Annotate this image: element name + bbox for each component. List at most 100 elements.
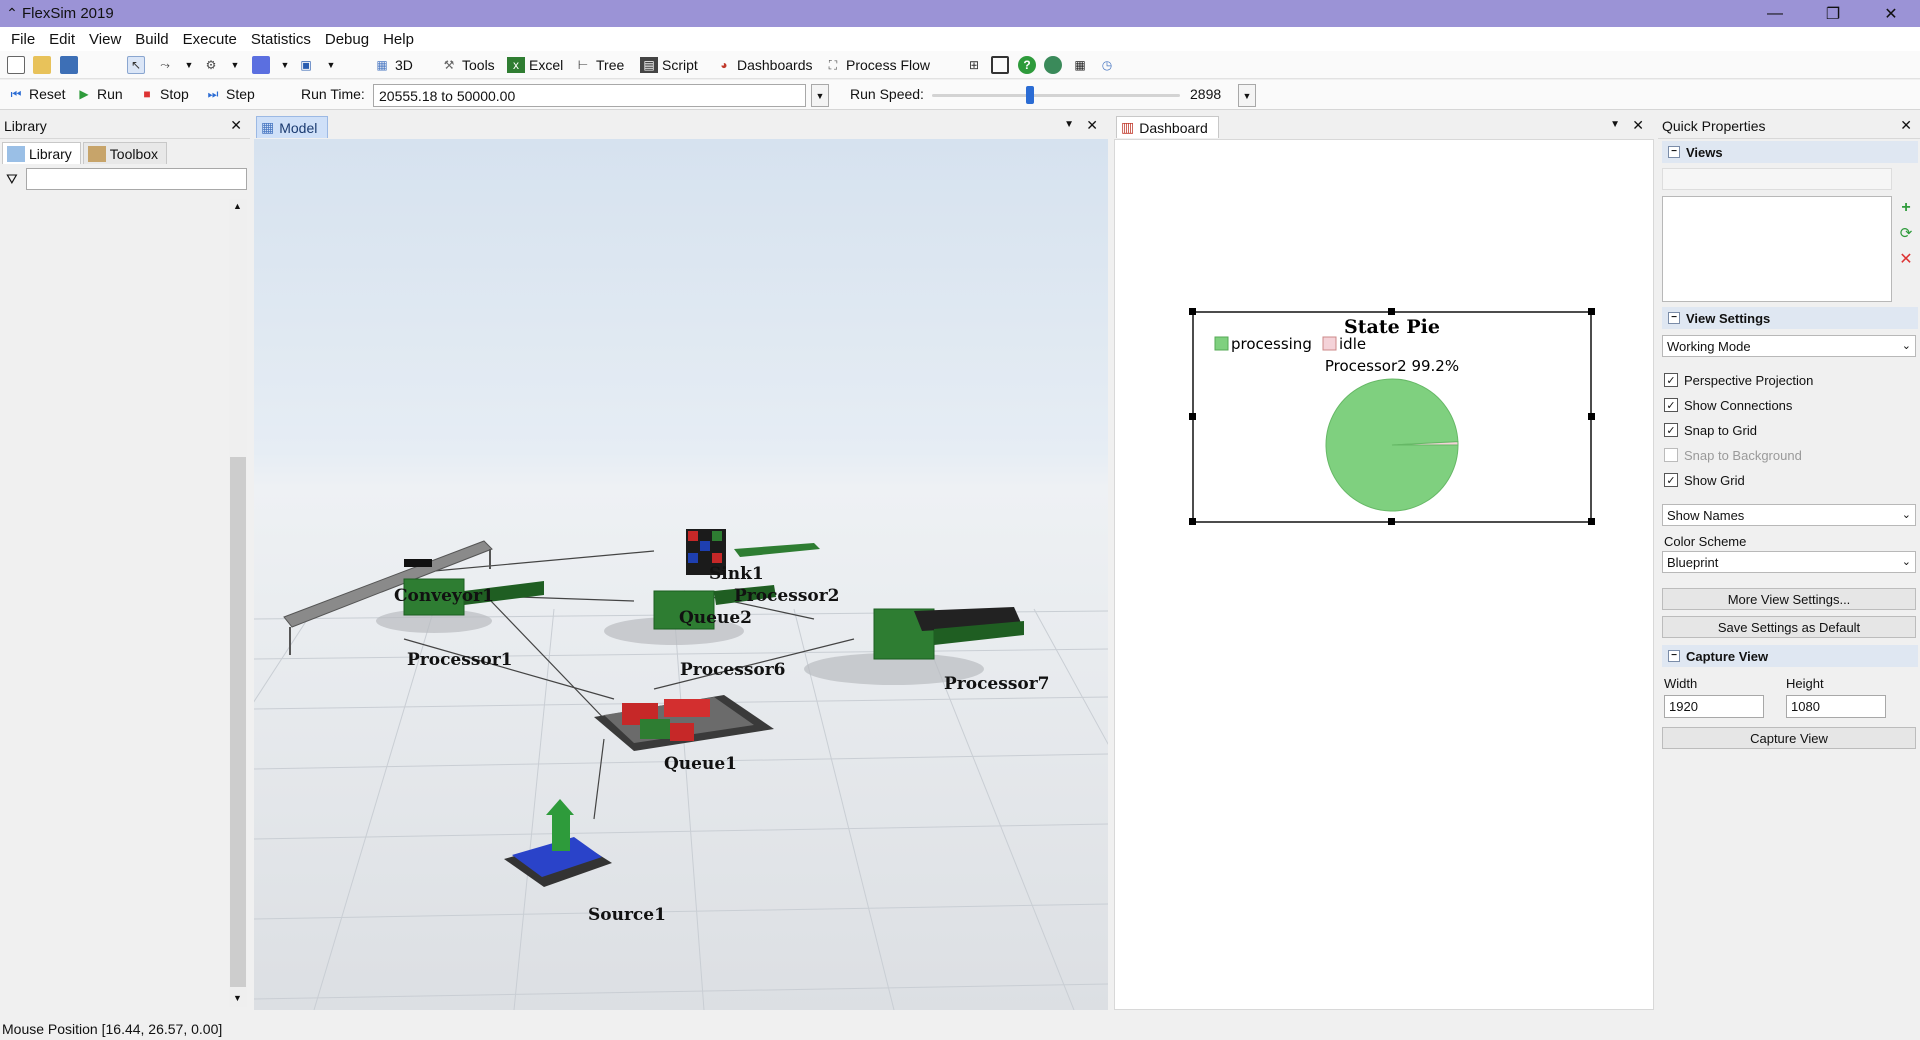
connect-dropdown-icon[interactable]: ▼ [180, 56, 198, 74]
model-tab-dropdown-icon[interactable]: ▼ [1064, 119, 1074, 130]
capture-width-input[interactable]: 1920 [1664, 695, 1764, 718]
legend-idle-label: idle [1339, 335, 1366, 353]
run-speed-slider-thumb[interactable] [1026, 86, 1034, 104]
layout-icon[interactable]: ⊞ [965, 56, 983, 74]
label-queue1: Queue1 [664, 754, 737, 774]
library-filter-input[interactable] [26, 168, 247, 190]
menu-execute[interactable]: Execute [176, 31, 244, 48]
scroll-down-icon[interactable]: ▼ [233, 993, 242, 1003]
stop-button[interactable]: ■ Stop [138, 84, 188, 104]
save-settings-default-button[interactable]: Save Settings as Default [1662, 616, 1916, 638]
state-pie-widget[interactable]: State Pie processing idle Processor2 99.… [1115, 140, 1655, 1011]
tab-library[interactable]: Library [2, 142, 81, 164]
clock-icon[interactable]: ◷ [1098, 56, 1116, 74]
collapse-icon: − [1668, 312, 1680, 324]
excel-button[interactable]: x Excel [507, 55, 563, 75]
window-icon[interactable] [991, 56, 1009, 74]
run-time-field[interactable]: 20555.18 to 50000.00 [373, 84, 806, 107]
library-title: Library [4, 118, 47, 134]
refresh-view-icon[interactable]: ⟳ [1898, 226, 1914, 242]
tab-model[interactable]: ▦ Model [256, 116, 329, 138]
restore-button[interactable]: ❐ [1804, 0, 1862, 27]
fill-dropdown-icon[interactable]: ▼ [276, 56, 294, 74]
snap-to-grid-checkbox[interactable]: ✓ Snap to Grid [1664, 421, 1757, 439]
globe-icon[interactable] [1044, 56, 1062, 74]
legend-processing-label: processing [1231, 335, 1312, 353]
color-scheme-select[interactable]: Blueprint ⌄ [1662, 551, 1916, 573]
new-file-icon[interactable] [7, 56, 25, 74]
3d-view-button[interactable]: ▦ 3D [373, 55, 413, 75]
menu-edit[interactable]: Edit [42, 31, 82, 48]
views-section-header[interactable]: − Views [1662, 141, 1918, 163]
calculator-icon[interactable]: ▦ [1071, 56, 1089, 74]
help-icon[interactable]: ? [1018, 56, 1036, 74]
delete-view-icon[interactable]: ✕ [1898, 252, 1914, 268]
open-folder-icon[interactable] [33, 56, 51, 74]
library-scrollbar[interactable]: ▲ ▼ [229, 199, 247, 1007]
reset-button[interactable]: ⏮ Reset [7, 84, 66, 104]
tools-button[interactable]: ⚒ Tools [440, 55, 495, 75]
script-icon: ▤ [640, 57, 658, 73]
views-name-input[interactable] [1662, 168, 1892, 190]
capture-height-input[interactable]: 1080 [1786, 695, 1886, 718]
quick-properties-panel: Quick Properties ✕ − Views + ⟳ ✕ − View Se… [1658, 114, 1920, 1010]
close-library-icon[interactable]: ✕ [230, 117, 242, 134]
close-dashboard-icon[interactable]: ✕ [1632, 117, 1644, 134]
tab-dashboard[interactable]: ▥ Dashboard [1116, 116, 1219, 138]
quick-properties-header: Quick Properties ✕ [1658, 114, 1920, 139]
show-grid-checkbox[interactable]: ✓ Show Grid [1664, 471, 1745, 489]
menu-file[interactable]: File [4, 31, 42, 48]
checkbox-checked-icon: ✓ [1664, 473, 1678, 487]
dashboard-canvas: State Pie processing idle Processor2 99.… [1114, 139, 1654, 1010]
menu-help[interactable]: Help [376, 31, 421, 48]
menu-statistics[interactable]: Statistics [244, 31, 318, 48]
flexsim-logo-icon: ⌃ [6, 5, 18, 21]
select-objects-icon[interactable]: ⚙ [202, 56, 220, 74]
perspective-projection-checkbox[interactable]: ✓ Perspective Projection [1664, 371, 1813, 389]
tab-toolbox[interactable]: Toolbox [82, 142, 168, 164]
view-settings-section-header[interactable]: − View Settings [1662, 307, 1918, 329]
script-button[interactable]: ▤ Script [640, 55, 698, 75]
show-connections-checkbox[interactable]: ✓ Show Connections [1664, 396, 1792, 414]
select-dropdown-icon[interactable]: ▼ [226, 56, 244, 74]
step-button[interactable]: ⏭ Step [204, 84, 255, 104]
menu-debug[interactable]: Debug [318, 31, 376, 48]
quick-properties-title: Quick Properties [1662, 118, 1766, 134]
run-time-dropdown-icon[interactable]: ▼ [811, 84, 829, 107]
run-speed-dropdown-icon[interactable]: ▼ [1238, 84, 1256, 107]
tree-button[interactable]: ⊢ Tree [574, 55, 625, 75]
save-icon[interactable] [60, 56, 78, 74]
menu-build[interactable]: Build [128, 31, 175, 48]
menu-view[interactable]: View [82, 31, 128, 48]
library-scrollbar-thumb[interactable] [230, 457, 246, 987]
status-bar: Mouse Position [16.44, 26.57, 0.00] [0, 1018, 1920, 1040]
show-names-select[interactable]: Show Names ⌄ [1662, 504, 1916, 526]
legend-processing-swatch [1214, 336, 1229, 351]
model-3d-view[interactable]: Conveyor1 Processor1 Sink1 Processor2 Qu… [254, 139, 1108, 1010]
mode-select[interactable]: Working Mode ⌄ [1662, 335, 1916, 357]
dashboard-tabbar: ▥ Dashboard ▼ ✕ [1114, 114, 1654, 139]
close-window-button[interactable]: ✕ [1862, 0, 1920, 27]
close-quick-properties-icon[interactable]: ✕ [1900, 117, 1912, 134]
fill-color-icon[interactable] [252, 56, 270, 74]
minimize-button[interactable]: — [1746, 0, 1804, 27]
add-view-icon[interactable]: + [1898, 200, 1914, 216]
connect-objects-icon[interactable]: ⤳ [156, 56, 174, 74]
window-title: FlexSim 2019 [22, 5, 114, 22]
label-sink1: Sink1 [709, 564, 764, 584]
scroll-up-icon[interactable]: ▲ [233, 201, 242, 211]
mouse-position-readout: Mouse Position [16.44, 26.57, 0.00] [2, 1021, 223, 1037]
run-speed-slider[interactable] [932, 94, 1180, 97]
process-flow-button[interactable]: ⛶ Process Flow [824, 55, 930, 75]
view-options-icon[interactable]: ▣ [297, 56, 315, 74]
dashboards-button[interactable]: ◕ Dashboards [715, 55, 812, 75]
views-list[interactable] [1662, 196, 1892, 302]
run-button[interactable]: ▶ Run [75, 84, 122, 104]
view-options-dropdown-icon[interactable]: ▼ [322, 56, 340, 74]
close-model-icon[interactable]: ✕ [1086, 117, 1098, 134]
more-view-settings-button[interactable]: More View Settings... [1662, 588, 1916, 610]
pointer-icon[interactable]: ↖ [127, 56, 145, 74]
capture-view-button[interactable]: Capture View [1662, 727, 1916, 749]
capture-view-section-header[interactable]: − Capture View [1662, 645, 1918, 667]
dashboard-tab-dropdown-icon[interactable]: ▼ [1610, 119, 1620, 130]
